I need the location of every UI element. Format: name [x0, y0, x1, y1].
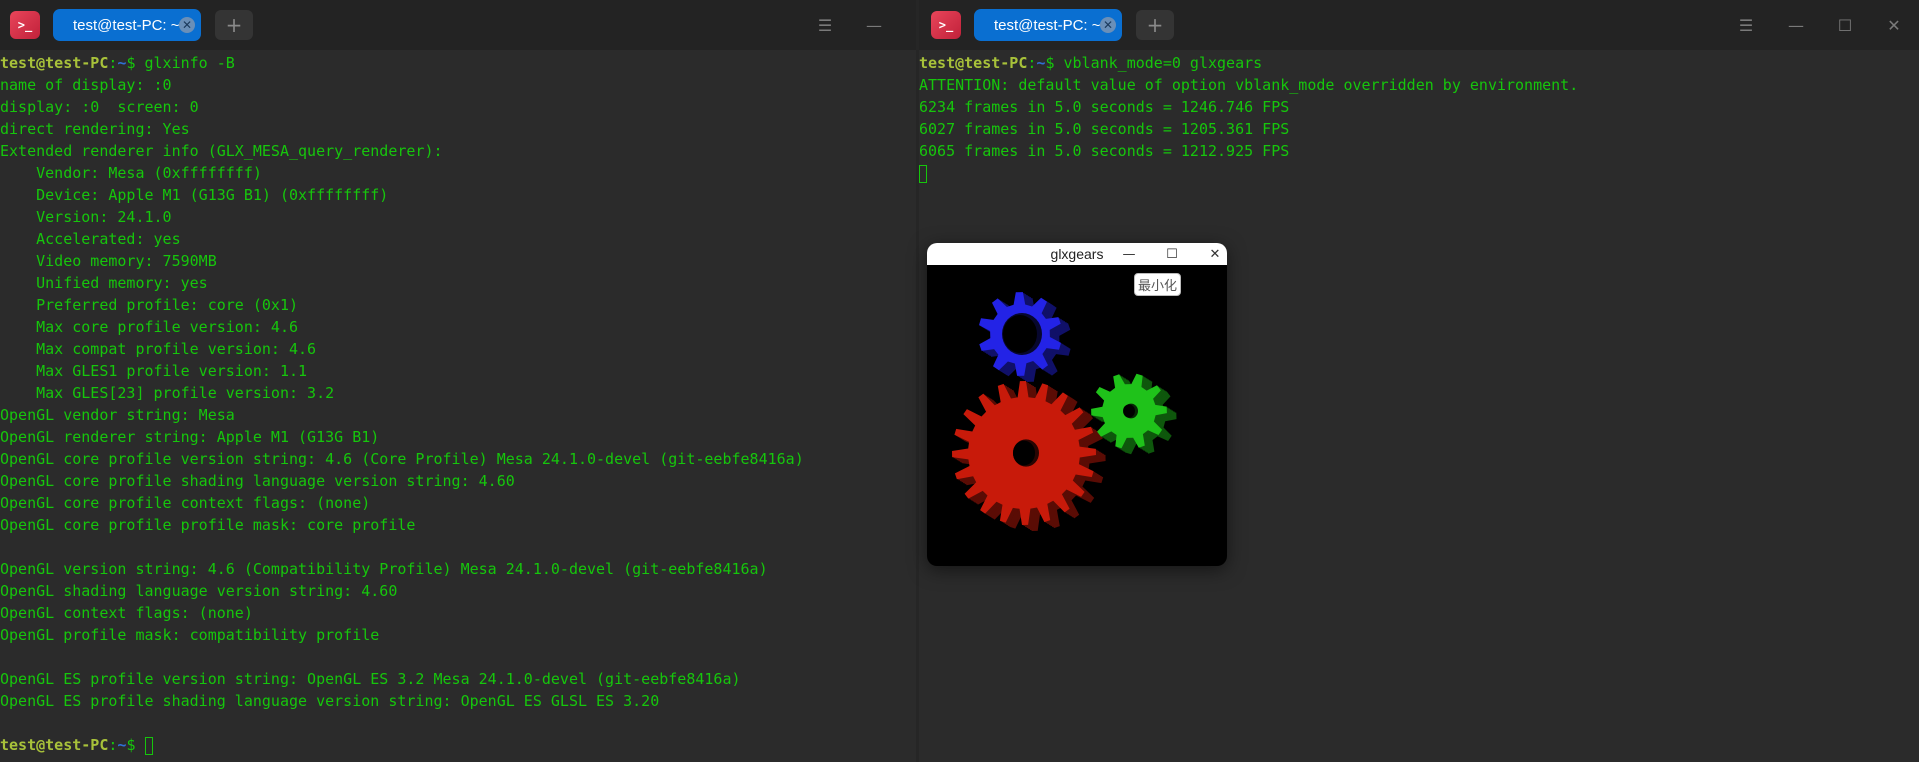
cursor-line [919, 162, 1919, 184]
output-line: OpenGL version string: 4.6 (Compatibilit… [0, 560, 768, 578]
glxgears-titlebar[interactable]: glxgears — ☐ ✕ [927, 243, 1227, 265]
gear-hole-inner [1003, 315, 1037, 353]
tab-terminal-left[interactable]: test@test-PC: ~ ✕ [53, 9, 201, 41]
output-line: Device: Apple M1 (G13G B1) (0xffffffff) [0, 186, 389, 204]
tab-title: test@test-PC: ~ [994, 16, 1101, 34]
prompt-user: test@test-PC [0, 736, 109, 754]
output-line: OpenGL core profile version string: 4.6 … [0, 450, 804, 468]
output-line: OpenGL profile mask: compatibility profi… [0, 626, 380, 644]
output-line: name of display: :0 [0, 76, 172, 94]
menu-icon[interactable]: ☰ [1734, 13, 1758, 37]
text-cursor [144, 736, 153, 755]
tab-close-icon[interactable]: ✕ [179, 17, 195, 33]
gear-hole-inner [1123, 404, 1135, 418]
maximize-icon[interactable]: ☐ [1833, 13, 1857, 37]
close-icon[interactable]: ✕ [1205, 244, 1225, 264]
tab-title: test@test-PC: ~ [73, 16, 180, 34]
titlebar-left: >_ test@test-PC: ~ ✕ + ☰ — [0, 0, 916, 50]
terminal-app-icon[interactable]: >_ [10, 11, 40, 39]
output-line: Max core profile version: 4.6 [0, 318, 299, 336]
command-text: vblank_mode=0 glxgears [1063, 54, 1263, 72]
glxgears-window[interactable]: glxgears — ☐ ✕ 最小化 [927, 243, 1227, 566]
output-line: Accelerated: yes [0, 230, 181, 248]
red-gear-icon [952, 381, 1106, 531]
output-line: 6234 frames in 5.0 seconds = 1246.746 FP… [919, 98, 1290, 116]
menu-icon[interactable]: ☰ [813, 13, 837, 37]
output-line: OpenGL context flags: (none) [0, 604, 253, 622]
output-line: Max GLES[23] profile version: 3.2 [0, 384, 335, 402]
prompt-symbol: $ [126, 736, 145, 754]
new-tab-button[interactable]: + [1136, 10, 1174, 40]
output-line: Preferred profile: core (0x1) [0, 296, 299, 314]
gear-hole-inner [1012, 440, 1036, 466]
output-line: Max GLES1 profile version: 1.1 [0, 362, 308, 380]
output-line: OpenGL ES profile shading language versi… [0, 692, 660, 710]
output-line: Vendor: Mesa (0xffffffff) [0, 164, 262, 182]
minimize-icon[interactable]: — [1784, 13, 1808, 37]
prompt-symbol: $ [126, 54, 145, 72]
green-gear-icon [1091, 373, 1177, 455]
prompt-line: test@test-PC:~$ [0, 734, 916, 756]
output-line: OpenGL core profile profile mask: core p… [0, 516, 416, 534]
command-text: glxinfo -B [144, 54, 235, 72]
maximize-icon[interactable]: ☐ [1162, 244, 1182, 264]
prompt-symbol: $ [1045, 54, 1064, 72]
output-line: 6027 frames in 5.0 seconds = 1205.361 FP… [919, 120, 1290, 138]
tab-terminal-right[interactable]: test@test-PC: ~ ✕ [974, 9, 1122, 41]
terminal-app-icon[interactable]: >_ [931, 11, 961, 39]
prompt-user: test@test-PC [919, 54, 1028, 72]
glxgears-title: glxgears [1050, 246, 1104, 262]
output-line: 6065 frames in 5.0 seconds = 1212.925 FP… [919, 142, 1290, 160]
output-line: Max compat profile version: 4.6 [0, 340, 317, 358]
output-line: display: :0 screen: 0 [0, 98, 199, 116]
output-line: OpenGL vendor string: Mesa [0, 406, 235, 424]
gears-render-area [952, 292, 1177, 531]
output-line: OpenGL core profile context flags: (none… [0, 494, 371, 512]
output-line: OpenGL shading language version string: … [0, 582, 398, 600]
output-line: OpenGL ES profile version string: OpenGL… [0, 670, 741, 688]
output-line: OpenGL core profile shading language ver… [0, 472, 515, 490]
text-cursor [919, 164, 927, 183]
terminal-output-left[interactable]: test@test-PC:~$ glxinfo -B name of displa… [0, 50, 916, 762]
new-tab-button[interactable]: + [215, 10, 253, 40]
output-line: direct rendering: Yes [0, 120, 190, 138]
prompt-line: test@test-PC:~$ vblank_mode=0 glxgears [919, 52, 1919, 74]
output-line: Extended renderer info (GLX_MESA_query_r… [0, 142, 443, 160]
output-line: OpenGL renderer string: Apple M1 (G13G B… [0, 428, 380, 446]
blue-gear-icon [979, 292, 1071, 382]
prompt-user: test@test-PC [0, 54, 109, 72]
titlebar-right: >_ test@test-PC: ~ ✕ + ☰ — ☐ ✕ [919, 0, 1919, 50]
output-line: Video memory: 7590MB [0, 252, 217, 270]
output-line: Version: 24.1.0 [0, 208, 172, 226]
tab-close-icon[interactable]: ✕ [1100, 17, 1116, 33]
minimize-icon[interactable]: — [862, 13, 886, 37]
output-line: ATTENTION: default value of option vblan… [919, 76, 1579, 94]
output-line: Unified memory: yes [0, 274, 208, 292]
close-icon[interactable]: ✕ [1882, 13, 1906, 37]
minimize-tooltip: 最小化 [1134, 273, 1182, 296]
minimize-icon[interactable]: — [1119, 244, 1139, 264]
terminal-window-left[interactable]: >_ test@test-PC: ~ ✕ + ☰ — test@test-PC:… [0, 0, 916, 762]
prompt-line: test@test-PC:~$ glxinfo -B [0, 52, 916, 74]
